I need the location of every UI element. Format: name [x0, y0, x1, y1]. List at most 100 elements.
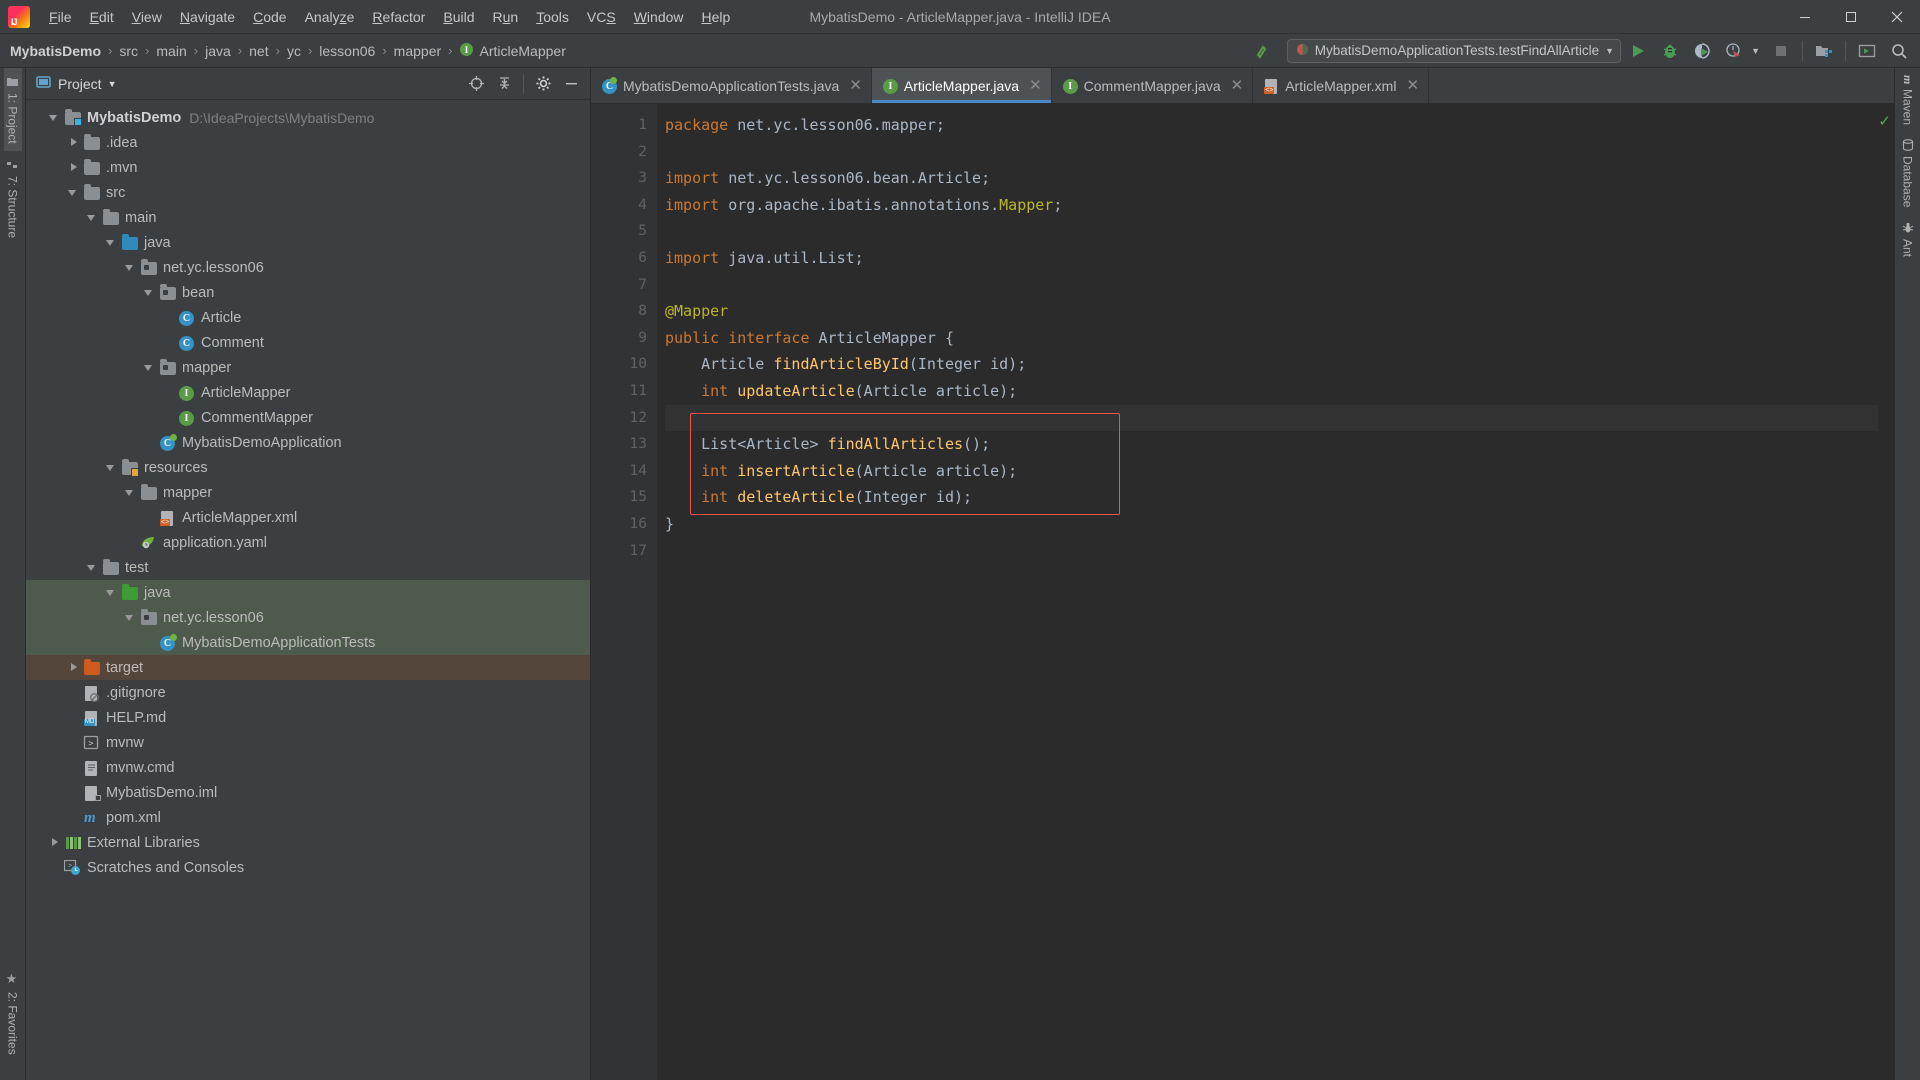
tree-node-commentmapper[interactable]: I CommentMapper	[26, 405, 590, 430]
menu-vcs[interactable]: VCS	[578, 6, 625, 28]
tree-node-scratches-and-consoles[interactable]: > Scratches and Consoles	[26, 855, 590, 880]
breadcrumb[interactable]: MybatisDemo › src › main › java › net › yc › lesson0…	[10, 42, 566, 60]
tree-node-resources[interactable]: resources	[26, 455, 590, 480]
chevron-down-icon[interactable]	[105, 236, 118, 249]
code-line-6[interactable]: import java.util.List;	[665, 245, 1878, 272]
tree-node-mapper[interactable]: mapper	[26, 355, 590, 380]
run-configuration-selector[interactable]: MybatisDemoApplicationTests.testFindAllA…	[1286, 38, 1622, 63]
chevron-down-icon[interactable]	[124, 611, 137, 624]
tree-node-external-libraries[interactable]: External Libraries	[26, 830, 590, 855]
breadcrumb-item-java[interactable]: java	[205, 43, 231, 59]
breadcrumb-item-mapper[interactable]: mapper	[394, 43, 441, 59]
tree-node-help-md[interactable]: MD HELP.md	[26, 705, 590, 730]
tree-node-mybatisdemoapplication[interactable]: C MybatisDemoApplication	[26, 430, 590, 455]
profiler-dropdown-chevron-down-icon[interactable]: ▼	[1751, 46, 1760, 56]
chevron-right-icon[interactable]	[67, 161, 80, 174]
editor-tab-articlemapper-java[interactable]: I ArticleMapper.java ✕	[871, 68, 1052, 103]
code-line-9[interactable]: public interface ArticleMapper {	[665, 325, 1878, 352]
sidebar-item-favorites[interactable]: ★ 2: Favorites	[3, 965, 22, 1062]
menu-tools[interactable]: Tools	[527, 6, 578, 28]
editor-tab-mybatisdemoapplicationtests-java[interactable]: C MybatisDemoApplicationTests.java ✕	[591, 68, 872, 103]
breadcrumb-item-lesson06[interactable]: lesson06	[319, 43, 375, 59]
tree-node-articlemapper-xml[interactable]: <> ArticleMapper.xml	[26, 505, 590, 530]
chevron-down-icon[interactable]	[67, 186, 80, 199]
sidebar-item-maven[interactable]: m Maven	[1898, 68, 1917, 132]
tree-node-mapper[interactable]: mapper	[26, 480, 590, 505]
menu-help[interactable]: Help	[693, 6, 740, 28]
menu-edit[interactable]: Edit	[81, 6, 123, 28]
profiler-button[interactable]	[1719, 37, 1749, 65]
tree-node--idea[interactable]: .idea	[26, 130, 590, 155]
menu-run[interactable]: Run	[484, 6, 528, 28]
tree-node-mybatisdemo-iml[interactable]: MybatisDemo.iml	[26, 780, 590, 805]
chevron-right-icon[interactable]	[48, 836, 61, 849]
collapse-all-button[interactable]	[491, 72, 517, 96]
breadcrumb-item-yc[interactable]: yc	[287, 43, 301, 59]
breadcrumb-item-mybatisdemo[interactable]: MybatisDemo	[10, 43, 101, 59]
code-line-12[interactable]	[665, 404, 1878, 432]
chevron-right-icon[interactable]	[67, 136, 80, 149]
project-structure-button[interactable]	[1809, 37, 1839, 65]
code-line-2[interactable]	[665, 139, 1878, 166]
tree-node-net-yc-lesson06[interactable]: net.yc.lesson06	[26, 255, 590, 280]
build-project-icon[interactable]	[1247, 37, 1277, 65]
tree-node--mvn[interactable]: .mvn	[26, 155, 590, 180]
chevron-down-icon[interactable]	[48, 111, 61, 124]
code-line-14[interactable]: int insertArticle(Article article);	[665, 458, 1878, 485]
code-line-3[interactable]: import net.yc.lesson06.bean.Article;	[665, 165, 1878, 192]
sidebar-item-ant[interactable]: Ant	[1899, 215, 1917, 264]
editor-tab-articlemapper-xml[interactable]: <> ArticleMapper.xml ✕	[1253, 68, 1430, 103]
breadcrumb-item-main[interactable]: main	[156, 43, 186, 59]
code-line-8[interactable]: @Mapper	[665, 298, 1878, 325]
menu-navigate[interactable]: Navigate	[171, 6, 244, 28]
menu-code[interactable]: Code	[244, 6, 295, 28]
code-line-17[interactable]	[665, 538, 1878, 565]
sidebar-item-structure[interactable]: 7: Structure	[4, 151, 22, 245]
tree-node-bean[interactable]: bean	[26, 280, 590, 305]
code-line-1[interactable]: package net.yc.lesson06.mapper;	[665, 112, 1878, 139]
project-tree[interactable]: MybatisDemo D:\IdeaProjects\MybatisDemo .i…	[26, 100, 590, 1080]
inspections-ok-check-icon[interactable]: ✓	[1878, 112, 1891, 130]
tree-node-articlemapper[interactable]: I ArticleMapper	[26, 380, 590, 405]
tree-node-comment[interactable]: C Comment	[26, 330, 590, 355]
tree-node-article[interactable]: C Article	[26, 305, 590, 330]
maximize-icon[interactable]	[1828, 0, 1874, 34]
chevron-down-icon[interactable]: ▼	[108, 79, 117, 89]
tree-node-net-yc-lesson06[interactable]: net.yc.lesson06	[26, 605, 590, 630]
code-line-4[interactable]: import org.apache.ibatis.annotations.Map…	[665, 192, 1878, 219]
tree-node-java[interactable]: java	[26, 230, 590, 255]
tree-node-application-yaml[interactable]: application.yaml	[26, 530, 590, 555]
tree-node-mvnw-cmd[interactable]: mvnw.cmd	[26, 755, 590, 780]
chevron-down-icon[interactable]	[105, 586, 118, 599]
scroll-from-source-button[interactable]	[463, 72, 489, 96]
sidebar-item-project[interactable]: 1: Project	[3, 68, 22, 151]
gear-icon[interactable]	[530, 72, 556, 96]
debug-button[interactable]	[1655, 37, 1685, 65]
tree-node-pom-xml[interactable]: m pom.xml	[26, 805, 590, 830]
sidebar-item-database[interactable]: Database	[1899, 132, 1917, 214]
breadcrumb-item-src[interactable]: src	[119, 43, 138, 59]
breadcrumb-item-articlemapper[interactable]: I ArticleMapper	[459, 42, 566, 60]
search-everywhere-button[interactable]	[1884, 37, 1914, 65]
chevron-down-icon[interactable]	[105, 461, 118, 474]
menu-view[interactable]: View	[123, 6, 171, 28]
close-icon[interactable]	[1874, 0, 1920, 34]
tree-node-mybatisdemo[interactable]: MybatisDemo D:\IdeaProjects\MybatisDemo	[26, 105, 590, 130]
chevron-right-icon[interactable]	[67, 661, 80, 674]
code-line-11[interactable]: int updateArticle(Article article);	[665, 378, 1878, 405]
tree-node-java[interactable]: java	[26, 580, 590, 605]
code-editor[interactable]: 1 2 3 4 5 6 7 8 9 10 11 12 13 14 15 16 17 package net.yc…	[591, 104, 1894, 1080]
chevron-down-icon[interactable]	[143, 361, 156, 374]
editor-code[interactable]: package net.yc.lesson06.mapper; import n…	[657, 104, 1878, 1080]
menu-file[interactable]: File	[40, 6, 81, 28]
terminal-button[interactable]	[1852, 37, 1882, 65]
run-with-coverage-button[interactable]	[1687, 37, 1717, 65]
menu-build[interactable]: Build	[434, 6, 483, 28]
chevron-down-icon[interactable]	[143, 286, 156, 299]
editor-gutter[interactable]: 1 2 3 4 5 6 7 8 9 10 11 12 13 14 15 16 17	[591, 104, 657, 1080]
close-icon[interactable]: ✕	[1231, 78, 1244, 93]
chevron-down-icon[interactable]	[124, 261, 137, 274]
project-panel-title[interactable]: Project ▼	[36, 75, 117, 92]
chevron-down-icon[interactable]	[124, 486, 137, 499]
hide-panel-button[interactable]	[558, 72, 584, 96]
